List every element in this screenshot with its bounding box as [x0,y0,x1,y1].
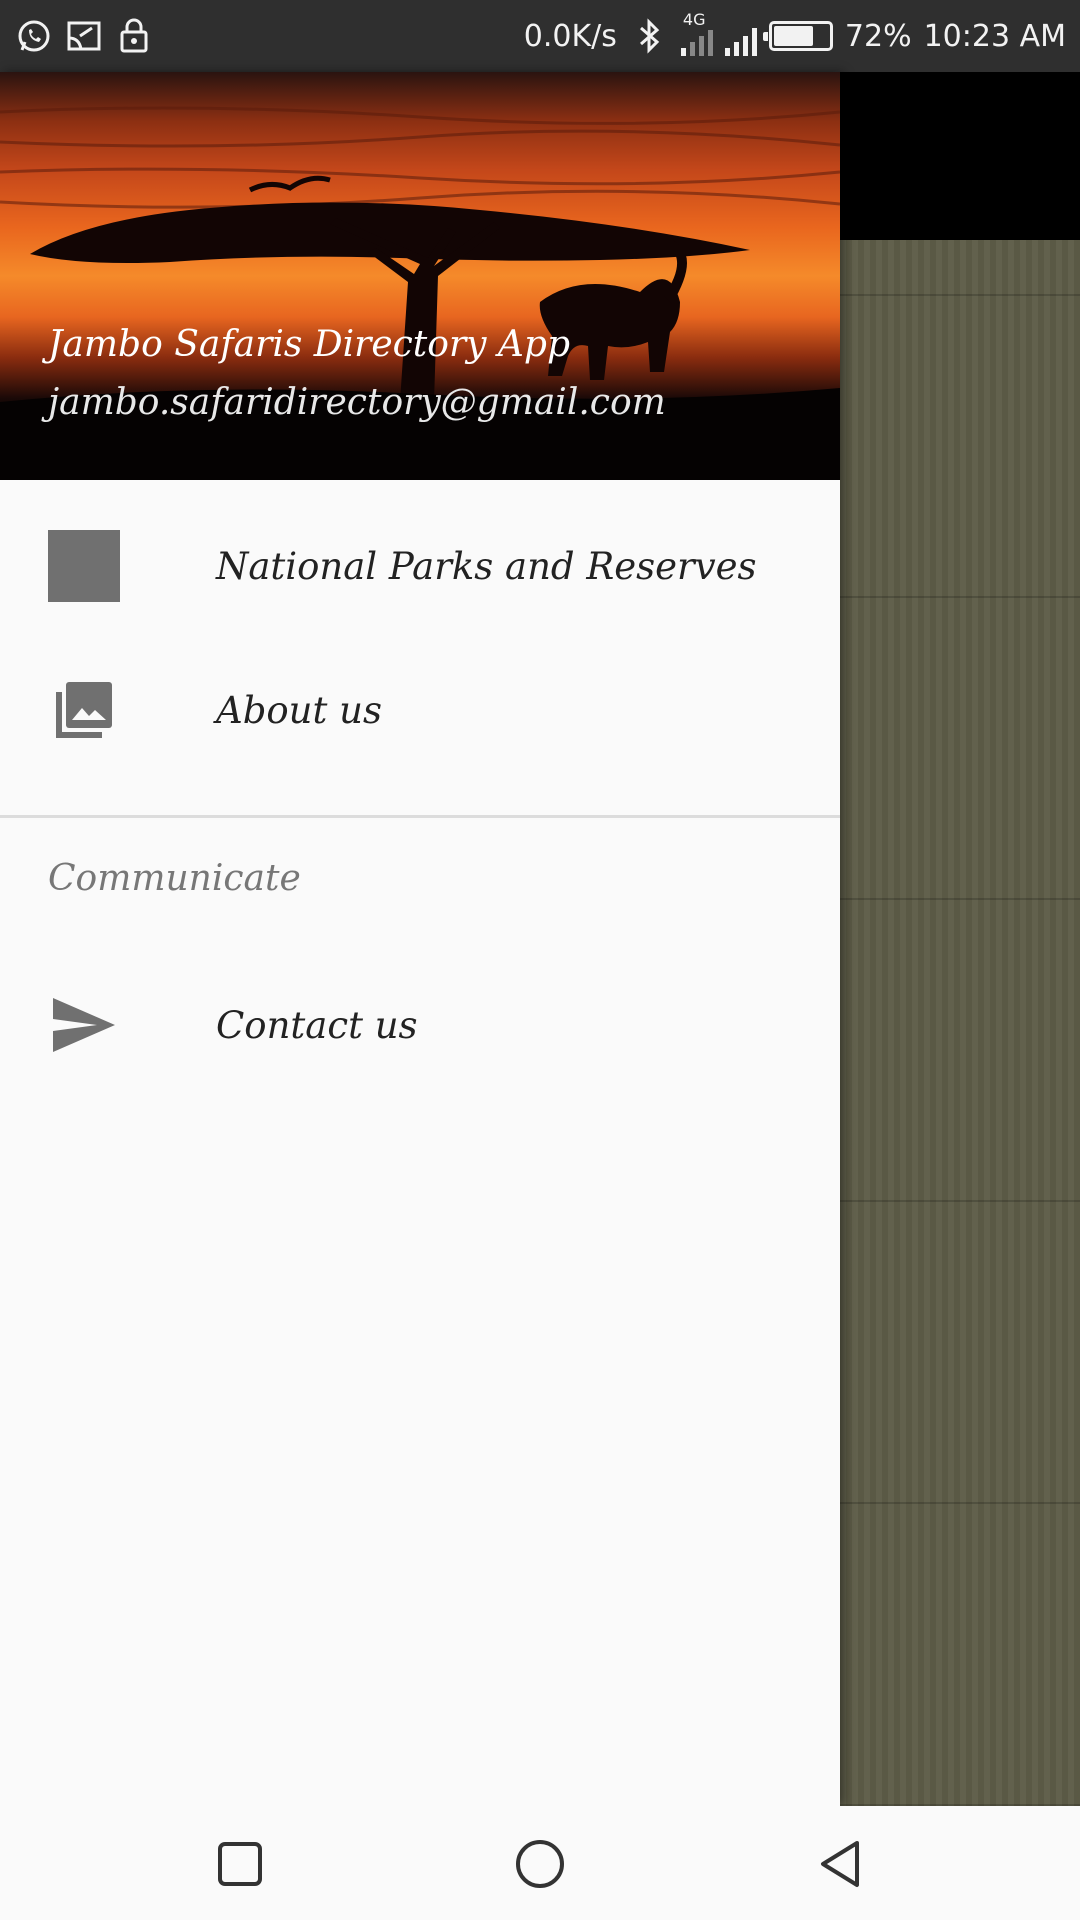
lock-icon [114,16,154,56]
signal-4g-icon: 4G [680,10,713,56]
menu-item-label: About us [216,688,382,732]
menu-item-label: National Parks and Reserves [216,544,757,588]
send-icon [48,989,120,1061]
app-content-scrim[interactable] [840,72,1080,1806]
home-icon [516,1840,564,1888]
photo-library-icon [48,674,120,746]
net-speed: 0.0K/s [523,18,617,54]
clock: 10:23 AM [923,18,1066,54]
back-button[interactable] [810,1834,870,1894]
bluetooth-icon [629,16,669,56]
navigation-drawer: Jambo Safaris Directory App jambo.safari… [0,72,840,1806]
drawer-header: Jambo Safaris Directory App jambo.safari… [0,72,840,480]
back-icon [821,1841,859,1887]
home-button[interactable] [510,1834,570,1894]
square-icon [48,530,120,602]
battery-percent: 72% [844,18,912,54]
app-toolbar [840,72,1080,240]
status-bar: 0.0K/s 4G 72% 10:23 AM [0,0,1080,72]
recents-button[interactable] [210,1834,270,1894]
signal-icon [724,16,757,56]
drawer-divider [0,815,840,818]
drawer-header-email: jambo.safaridirectory@gmail.com [48,382,666,423]
menu-item-label: Contact us [216,1003,418,1047]
menu-item-about-us[interactable]: About us [0,650,840,770]
drawer-header-title: Jambo Safaris Directory App [48,324,571,365]
system-nav-bar [0,1806,1080,1920]
menu-item-contact-us[interactable]: Contact us [0,965,840,1085]
menu-item-national-parks[interactable]: National Parks and Reserves [0,506,840,626]
cast-icon [64,16,104,56]
recents-icon [218,1842,262,1886]
battery-icon [762,21,833,51]
network-type-label: 4G [682,10,706,29]
whatsapp-icon [14,16,54,56]
section-header-communicate: Communicate [48,858,301,899]
screen: 0.0K/s 4G 72% 10:23 AM Jambo Safaris Dir… [0,0,1080,1920]
battery-fill [773,26,813,46]
status-left [14,16,154,56]
status-right: 0.0K/s 4G 72% 10:23 AM [523,10,1066,56]
